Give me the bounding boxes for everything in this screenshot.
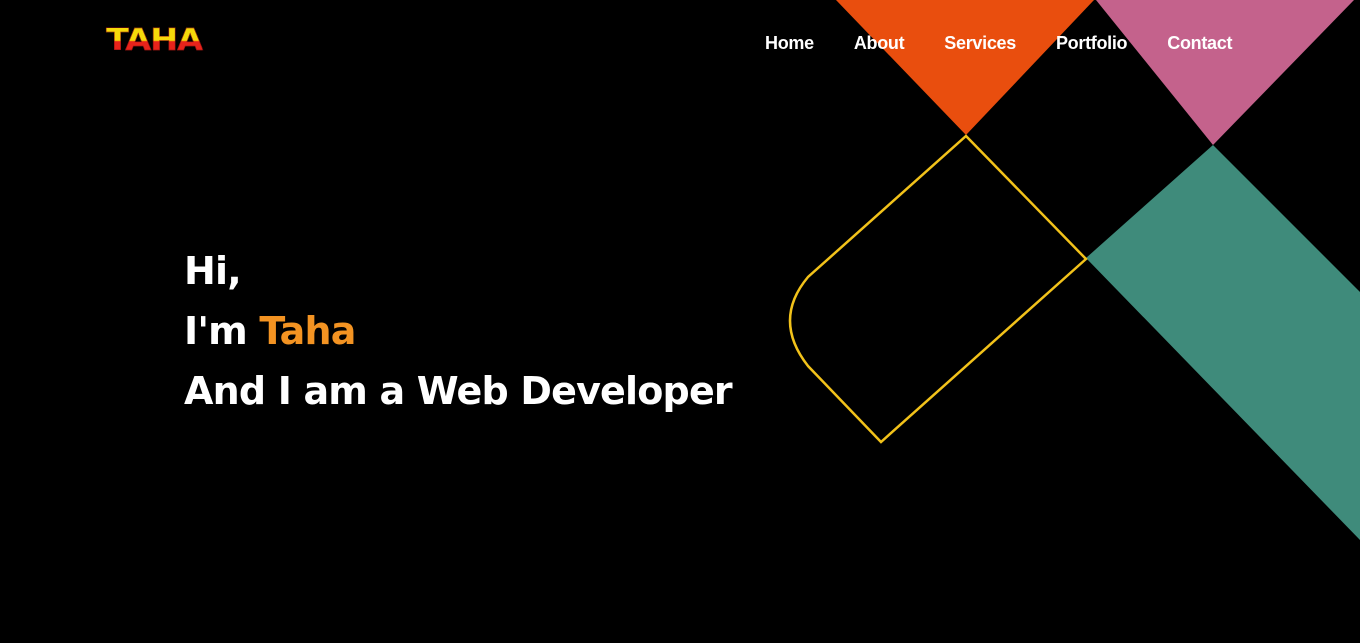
orange-diamond-shape	[836, 0, 1094, 135]
nav-link-home[interactable]: Home	[765, 31, 814, 55]
hero-name: Taha	[259, 309, 356, 353]
nav-link-about[interactable]: About	[854, 31, 905, 55]
hero-heading: Hi, I'm Taha And I am a Web Developer	[184, 241, 733, 421]
hero-intro: I'm Taha	[184, 301, 732, 361]
teal-stripe-shape	[1086, 145, 1360, 540]
pink-diamond-shape	[1096, 0, 1354, 145]
hero-intro-prefix: I'm	[184, 309, 260, 353]
nav-link-services[interactable]: Services	[944, 31, 1016, 55]
main-nav: Home About Services Portfolio Contact	[765, 31, 1232, 55]
yellow-outline-diamond-shape	[788, 134, 1088, 444]
hero-tagline: And I am a Web Developer	[184, 369, 733, 413]
nav-link-contact[interactable]: Contact	[1167, 31, 1232, 55]
nav-link-portfolio[interactable]: Portfolio	[1056, 31, 1128, 55]
logo[interactable]: TAHA	[106, 23, 204, 58]
page: TAHA Home About Services Portfolio Conta…	[0, 0, 1360, 643]
hero-greeting: Hi,	[184, 249, 242, 293]
